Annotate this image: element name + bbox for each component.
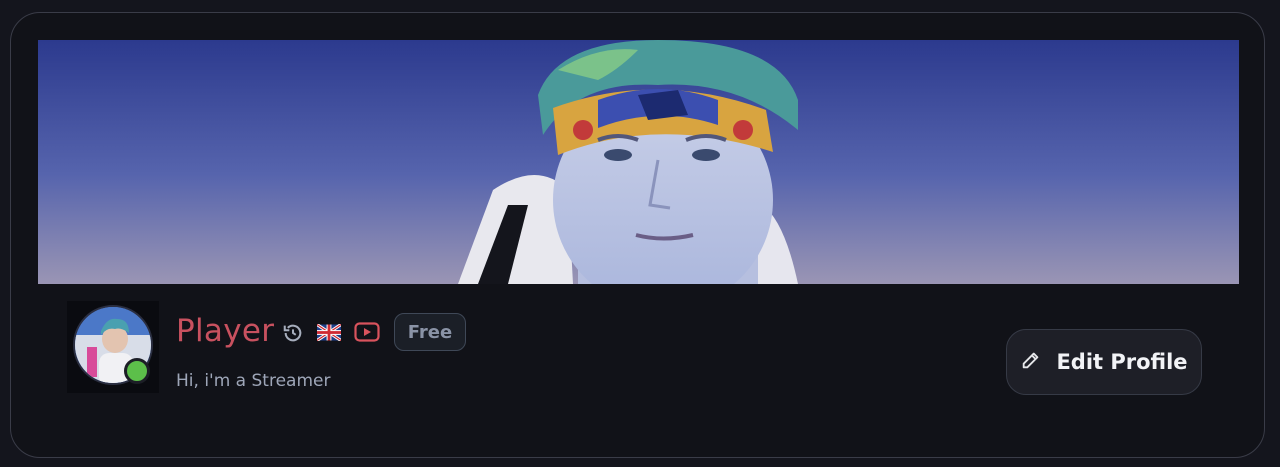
- profile-name: Player: [176, 313, 275, 349]
- online-status-dot: [124, 358, 150, 384]
- youtube-icon[interactable]: [354, 322, 380, 346]
- pencil-icon: [1020, 349, 1042, 376]
- profile-bio: Hi, i'm a Streamer: [176, 371, 331, 391]
- plan-badge: Free: [394, 313, 466, 351]
- edit-profile-button[interactable]: Edit Profile: [1006, 329, 1202, 395]
- avatar-frame[interactable]: [67, 301, 159, 393]
- history-icon[interactable]: [282, 322, 304, 348]
- profile-card: Player Free Hi, i'm a Streamer Edit Prof…: [10, 12, 1265, 458]
- profile-banner-image: [38, 40, 1239, 284]
- uk-flag-icon: [316, 323, 342, 345]
- edit-profile-label: Edit Profile: [1056, 350, 1188, 374]
